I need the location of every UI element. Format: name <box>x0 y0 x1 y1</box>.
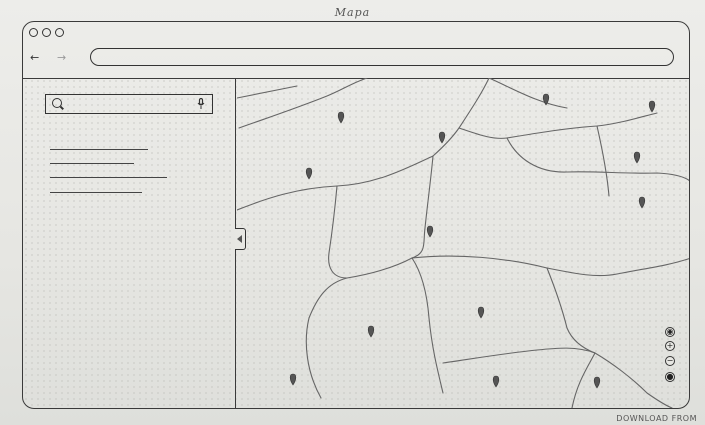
map-pin-icon[interactable] <box>633 151 641 164</box>
window-minimize-dot[interactable] <box>42 28 51 37</box>
window-controls <box>29 28 64 37</box>
sidebar-text-line <box>50 149 148 151</box>
address-bar[interactable] <box>90 48 674 66</box>
zoom-in-icon[interactable]: + <box>665 341 675 351</box>
microphone-icon[interactable] <box>197 98 205 110</box>
map-markers <box>289 93 656 389</box>
map-pin-icon[interactable] <box>337 111 345 124</box>
page-title: Mapa <box>334 6 371 19</box>
back-arrow-icon[interactable]: ← <box>30 52 39 63</box>
zoom-out-icon[interactable]: − <box>665 356 675 366</box>
watermark-text: DOWNLOAD FROM <box>616 414 697 423</box>
person-icon[interactable]: ● <box>665 372 675 382</box>
forward-arrow-icon[interactable]: → <box>57 52 66 63</box>
map-pin-icon[interactable] <box>289 373 297 386</box>
search-input[interactable] <box>66 97 195 112</box>
sidebar-text-line <box>50 163 134 165</box>
search-box[interactable] <box>45 94 213 114</box>
browser-window: ← → ◉ + − ● <box>22 21 690 409</box>
map-pin-icon[interactable] <box>542 93 550 106</box>
map-pin-icon[interactable] <box>477 306 485 319</box>
map-pin-icon[interactable] <box>426 225 434 238</box>
page-content: ◉ + − ● <box>23 78 689 408</box>
sidebar <box>23 78 236 408</box>
map-canvas[interactable]: ◉ + − ● <box>237 78 689 408</box>
browser-toolbar: ← → <box>23 22 689 79</box>
sidebar-text-line <box>50 177 167 179</box>
location-icon[interactable]: ◉ <box>665 327 675 337</box>
map-pin-icon[interactable] <box>593 376 601 389</box>
map-pin-icon[interactable] <box>492 375 500 388</box>
map-pin-icon[interactable] <box>438 131 446 144</box>
map-pin-icon[interactable] <box>367 325 375 338</box>
window-maximize-dot[interactable] <box>55 28 64 37</box>
sidebar-text-line <box>50 192 142 194</box>
map-pin-icon[interactable] <box>305 167 313 180</box>
window-close-dot[interactable] <box>29 28 38 37</box>
search-icon <box>52 98 62 108</box>
map-pin-icon[interactable] <box>648 100 656 113</box>
map-pin-icon[interactable] <box>638 196 646 209</box>
